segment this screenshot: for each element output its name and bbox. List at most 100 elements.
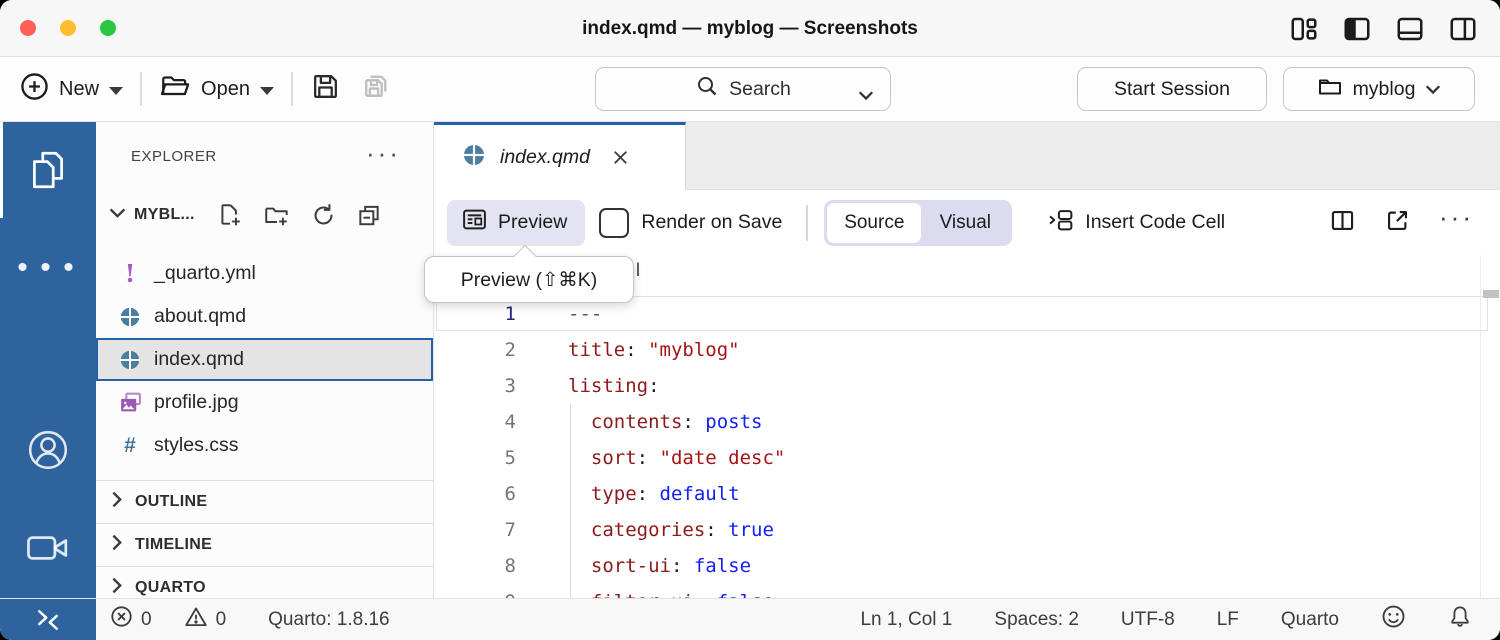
- open-button[interactable]: Open: [159, 71, 274, 107]
- save-all-icon[interactable]: [358, 71, 391, 107]
- search-input[interactable]: Search: [595, 67, 891, 111]
- code-line-2[interactable]: 2title: "myblog": [434, 332, 1500, 368]
- video-camera-icon[interactable]: [0, 500, 96, 596]
- code-line-4[interactable]: 4 contents: posts: [434, 404, 1500, 440]
- tab-index-qmd[interactable]: index.qmd: [434, 122, 686, 190]
- editor-area: index.qmd Preview Render on Save Source …: [434, 122, 1500, 598]
- section-label: QUARTO: [135, 579, 206, 597]
- problems-indicator[interactable]: 0 0: [110, 605, 226, 634]
- quarto-icon: [115, 349, 145, 371]
- line-content: contents: posts: [568, 411, 763, 433]
- code-line-6[interactable]: 6 type: default: [434, 476, 1500, 512]
- sidebar-section-outline[interactable]: OUTLINE: [96, 480, 433, 523]
- save-icon[interactable]: [310, 71, 341, 107]
- image-icon: [115, 390, 145, 415]
- close-tab-icon[interactable]: [610, 147, 631, 168]
- workspace-name: MYBL...: [134, 206, 195, 224]
- line-number: 4: [434, 404, 516, 440]
- action-bar: New Open Search Start Session: [0, 57, 1500, 122]
- dropdown-caret-icon: [260, 87, 274, 95]
- code-editor[interactable]: 1---2title: "myblog"3listing:4 contents:…: [434, 255, 1500, 598]
- new-folder-icon[interactable]: [263, 202, 291, 228]
- line-content: sort: "date desc": [568, 447, 785, 469]
- file-row-index.qmd[interactable]: index.qmd: [96, 338, 433, 381]
- scrollbar-thumb[interactable]: [1483, 290, 1499, 298]
- chevron-down-icon: [109, 206, 126, 224]
- chevron-down-icon: [1425, 78, 1441, 101]
- file-row-styles.css[interactable]: #styles.css: [96, 424, 433, 467]
- account-icon[interactable]: [0, 402, 96, 498]
- app-window: index.qmd — myblog — Screenshots New Ope…: [0, 0, 1500, 640]
- search-label: Search: [729, 78, 791, 101]
- line-content: listing:: [568, 375, 660, 397]
- file-list: !_quarto.yml about.qmd index.qmd profile.jp…: [96, 252, 433, 467]
- file-row-profile.jpg[interactable]: profile.jpg: [96, 381, 433, 424]
- file-name: about.qmd: [154, 305, 246, 328]
- chevron-right-icon: [96, 491, 123, 513]
- explorer-title: EXPLORER: [131, 148, 217, 165]
- preview-tooltip: Preview (⇧⌘K): [424, 256, 634, 303]
- quarto-version[interactable]: Quarto: 1.8.16: [268, 609, 389, 631]
- insert-code-cell-button[interactable]: Insert Code Cell: [1048, 207, 1225, 239]
- tooltip-text: Preview (⇧⌘K): [461, 268, 598, 292]
- open-external-icon[interactable]: [1384, 207, 1411, 239]
- preview-button[interactable]: Preview: [447, 200, 585, 246]
- workspace-selector[interactable]: myblog: [1283, 67, 1475, 111]
- error-icon: [110, 605, 133, 634]
- explorer-view-icon[interactable]: [0, 122, 96, 218]
- plus-circle-icon: [20, 72, 49, 107]
- encoding[interactable]: UTF-8: [1121, 609, 1175, 631]
- preview-icon: [461, 206, 488, 239]
- toggle-right-panel-icon[interactable]: [1448, 14, 1478, 44]
- toggle-left-panel-icon[interactable]: [1342, 14, 1372, 44]
- visual-mode-button[interactable]: Visual: [921, 203, 1009, 243]
- toggle-bottom-panel-icon[interactable]: [1395, 14, 1425, 44]
- remote-indicator[interactable]: [0, 599, 96, 640]
- new-file-icon[interactable]: [217, 202, 243, 228]
- sidebar-section-timeline[interactable]: TIMELINE: [96, 523, 433, 566]
- tab-label: index.qmd: [500, 146, 590, 169]
- code-line-7[interactable]: 7 categories: true: [434, 512, 1500, 548]
- language-mode[interactable]: Quarto: [1281, 609, 1339, 631]
- file-row-about.qmd[interactable]: about.qmd: [96, 295, 433, 338]
- code-line-9[interactable]: 9 filter-ui: false: [434, 584, 1500, 598]
- line-content: ---: [568, 303, 602, 325]
- code-line-5[interactable]: 5 sort: "date desc": [434, 440, 1500, 476]
- collapse-all-icon[interactable]: [356, 202, 382, 228]
- line-number: 7: [434, 512, 516, 548]
- file-row-_quarto.yml[interactable]: !_quarto.yml: [96, 252, 433, 295]
- code-line-8[interactable]: 8 sort-ui: false: [434, 548, 1500, 584]
- editor-more-actions-icon[interactable]: ···: [1439, 202, 1474, 233]
- workspace-section-header[interactable]: MYBL...: [96, 198, 433, 232]
- source-mode-button[interactable]: Source: [827, 203, 921, 243]
- line-content: categories: true: [568, 519, 774, 541]
- split-editor-icon[interactable]: [1329, 207, 1356, 239]
- cursor-position[interactable]: Ln 1, Col 1: [860, 609, 952, 631]
- more-views-icon[interactable]: • • •: [0, 220, 96, 316]
- activity-bar: • • •: [0, 122, 96, 598]
- feedback-smiley-icon[interactable]: [1381, 604, 1406, 635]
- eol-type[interactable]: LF: [1217, 609, 1239, 631]
- section-label: OUTLINE: [135, 493, 207, 511]
- notifications-bell-icon[interactable]: [1448, 604, 1472, 635]
- indentation[interactable]: Spaces: 2: [994, 609, 1079, 631]
- refresh-icon[interactable]: [311, 203, 336, 228]
- start-session-button[interactable]: Start Session: [1077, 67, 1267, 111]
- render-on-save-checkbox[interactable]: [599, 208, 629, 238]
- editor-scrollbar[interactable]: [1480, 255, 1500, 598]
- error-count: 0: [141, 609, 152, 631]
- line-number: 6: [434, 476, 516, 512]
- customize-layout-icon[interactable]: [1289, 14, 1319, 44]
- render-on-save-label: Render on Save: [641, 211, 782, 234]
- line-number: 9: [434, 584, 516, 598]
- file-name: _quarto.yml: [154, 262, 256, 285]
- toolbar-separator: [140, 72, 142, 106]
- line-number: 2: [434, 332, 516, 368]
- warning-count: 0: [216, 609, 227, 631]
- new-button[interactable]: New: [20, 72, 123, 107]
- section-label: TIMELINE: [135, 536, 212, 554]
- explorer-more-actions-icon[interactable]: ···: [366, 138, 401, 169]
- code-line-3[interactable]: 3listing:: [434, 368, 1500, 404]
- chevron-down-icon: [858, 84, 874, 107]
- file-name: index.qmd: [154, 348, 244, 371]
